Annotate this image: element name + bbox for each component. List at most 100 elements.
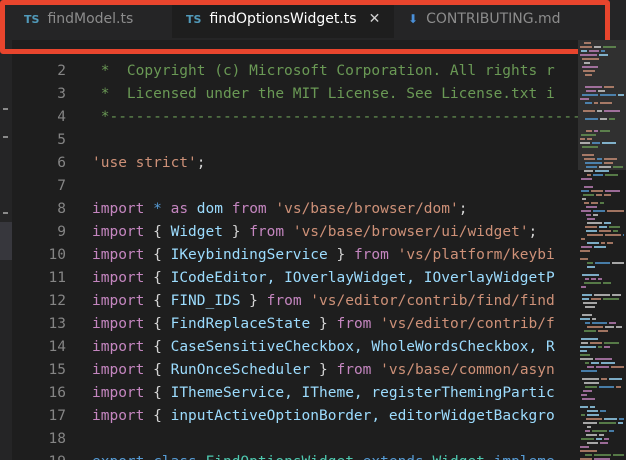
minimap-line xyxy=(604,346,610,348)
minimap-line xyxy=(583,390,592,392)
minimap-line xyxy=(601,242,605,244)
minimap-line xyxy=(585,430,590,432)
code-line[interactable]: 17 import { inputActiveOptionBorder, edit… xyxy=(12,405,555,428)
code-line[interactable]: 5 xyxy=(12,129,66,152)
minimap-line xyxy=(618,94,624,96)
minimap-line xyxy=(600,410,606,412)
line-number: 6 xyxy=(57,155,66,171)
minimap-line xyxy=(601,50,605,52)
minimap-line xyxy=(600,102,612,104)
minimap-line xyxy=(599,386,614,388)
code-line[interactable]: 19 export class FindOptionsWidget extends… xyxy=(12,451,555,460)
minimap-line xyxy=(593,214,598,216)
minimap-line xyxy=(591,298,601,300)
minimap-line xyxy=(582,314,592,316)
minimap-line xyxy=(599,166,611,168)
minimap-line xyxy=(583,302,597,304)
minimap-line xyxy=(601,378,607,380)
minimap-line xyxy=(611,366,624,368)
line-number: 12 xyxy=(48,293,66,309)
strip-mark xyxy=(3,212,8,214)
code-line[interactable]: 3 * Licensed under the MIT License. See … xyxy=(12,83,554,106)
tab-bar: TS findModel.ts TS findOptionsWidget.ts … xyxy=(0,0,626,54)
minimap-line xyxy=(584,42,591,44)
minimap-line xyxy=(585,386,597,388)
minimap-line xyxy=(580,346,596,348)
minimap-line xyxy=(600,118,607,120)
minimap-line xyxy=(603,298,619,300)
strip-mark xyxy=(3,136,8,138)
line-number: 17 xyxy=(48,408,66,424)
code-line[interactable]: 14 import { CaseSensitiveCheckbox, WholeW… xyxy=(12,336,555,359)
code-text: import { ICodeEditor, IOverlayWidget, IO… xyxy=(92,270,555,286)
minimap[interactable] xyxy=(578,40,626,460)
minimap-line xyxy=(586,434,597,436)
minimap-line xyxy=(582,274,599,276)
code-editor[interactable]: 2 * Copyright (c) Microsoft Corporation.… xyxy=(12,54,578,460)
activity-strip xyxy=(0,0,12,460)
code-line[interactable]: 12 import { FIND_IDS } from 'vs/editor/co… xyxy=(12,290,555,313)
code-line[interactable]: 15 import { RunOnceScheduler } from 'vs/b… xyxy=(12,359,555,382)
minimap-line xyxy=(580,258,588,260)
minimap-line xyxy=(595,262,610,264)
minimap-line xyxy=(609,322,616,324)
minimap-line xyxy=(581,246,592,248)
minimap-line xyxy=(594,246,606,248)
line-number: 11 xyxy=(48,270,66,286)
minimap-line xyxy=(597,110,602,112)
code-line[interactable]: 8 import * as dom from 'vs/base/browser/d… xyxy=(12,198,467,221)
strip-mark xyxy=(3,108,8,110)
minimap-line xyxy=(591,190,603,192)
code-text: export class FindOptionsWidget extends W… xyxy=(92,451,555,460)
minimap-line xyxy=(586,418,602,420)
minimap-line xyxy=(585,86,602,88)
minimap-line xyxy=(586,130,592,132)
minimap-line xyxy=(585,102,592,104)
minimap-line xyxy=(592,318,596,320)
minimap-line xyxy=(598,278,602,280)
minimap-line xyxy=(582,298,589,300)
minimap-line xyxy=(604,342,619,344)
line-number: 5 xyxy=(57,132,66,148)
code-text: import { CaseSensitiveCheckbox, WholeWor… xyxy=(92,339,555,355)
minimap-line xyxy=(603,46,616,48)
minimap-line xyxy=(587,442,598,444)
minimap-line xyxy=(592,142,600,144)
minimap-line xyxy=(581,438,594,440)
minimap-line xyxy=(581,210,591,212)
code-text: import { FindReplaceState } from 'vs/edi… xyxy=(92,316,555,332)
minimap-line xyxy=(605,326,614,328)
minimap-line xyxy=(596,366,609,368)
code-text: * Copyright (c) Microsoft Corporation. A… xyxy=(92,63,555,79)
minimap-line xyxy=(623,234,624,236)
code-line[interactable]: 4 *-------------------------------------… xyxy=(12,106,578,129)
line-number: 19 xyxy=(12,451,66,460)
minimap-line xyxy=(599,54,608,56)
line-number: 7 xyxy=(57,178,66,194)
minimap-line xyxy=(580,350,587,352)
code-line[interactable]: 18 xyxy=(12,428,66,451)
code-line[interactable]: 16 import { IThemeService, ITheme, regist… xyxy=(12,382,555,405)
minimap-line xyxy=(604,86,614,88)
minimap-line xyxy=(581,134,596,136)
line-number: 15 xyxy=(48,362,66,378)
minimap-line xyxy=(580,318,590,320)
code-line[interactable]: 2 * Copyright (c) Microsoft Corporation.… xyxy=(12,60,554,83)
minimap-line xyxy=(584,330,596,332)
minimap-line xyxy=(582,398,595,400)
code-line[interactable]: 6 'use strict'; xyxy=(12,152,205,175)
minimap-line xyxy=(604,162,613,164)
minimap-line xyxy=(609,378,622,380)
minimap-line xyxy=(581,394,587,396)
minimap-line xyxy=(593,174,603,176)
code-line[interactable]: 11 import { ICodeEditor, IOverlayWidget, … xyxy=(12,267,555,290)
minimap-line xyxy=(604,438,609,440)
minimap-line xyxy=(582,146,598,148)
code-line[interactable]: 13 import { FindReplaceState } from 'vs/e… xyxy=(12,313,555,336)
minimap-line xyxy=(586,206,597,208)
code-line[interactable]: 10 import { IKeybindingService } from 'vs… xyxy=(12,244,555,267)
code-line[interactable]: 7 xyxy=(12,175,66,198)
minimap-line xyxy=(592,430,607,432)
minimap-line xyxy=(604,110,620,112)
code-line[interactable]: 9 import { Widget } from 'vs/base/browser… xyxy=(12,221,537,244)
